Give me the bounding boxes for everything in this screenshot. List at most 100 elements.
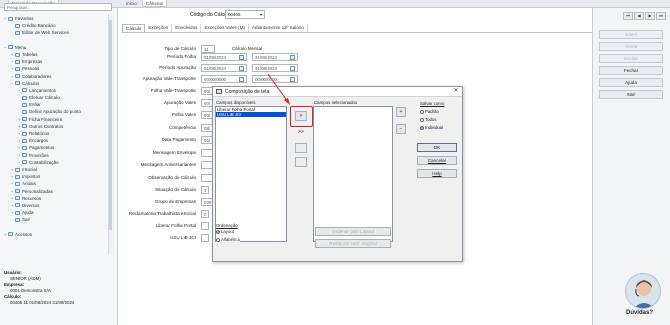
- save-all-radio[interactable]: Todos: [420, 117, 436, 122]
- tree-item[interactable]: − Cálculos: [4, 80, 108, 87]
- help-dialog-button[interactable]: Help: [417, 169, 457, 178]
- edit-button[interactable]: Alterar: [599, 42, 663, 51]
- user-label: Usuário:: [4, 270, 22, 275]
- move-up-button[interactable]: +: [396, 107, 406, 117]
- tree-item[interactable]: + Provisões: [4, 152, 108, 159]
- form-field[interactable]: 3: [201, 186, 209, 194]
- calendar-icon[interactable]: [290, 76, 295, 82]
- tree-item[interactable]: − Menu: [4, 44, 108, 51]
- exit-button[interactable]: Sair: [599, 90, 663, 99]
- calc-label: Cálculo:: [4, 294, 22, 299]
- main-tab[interactable]: Cálculo: [122, 24, 146, 32]
- save-default-radio[interactable]: Padrão: [420, 109, 439, 114]
- tree-item[interactable]: Definir Apuração do ponto: [4, 108, 108, 115]
- tree-item[interactable]: + Relatórios: [4, 130, 108, 137]
- save-individual-radio[interactable]: Individual: [420, 125, 443, 130]
- tree-item[interactable]: + Tabelas: [4, 51, 108, 58]
- tree-item[interactable]: + Ficha Financeira: [4, 116, 108, 123]
- tree-item[interactable]: + Recursos: [4, 195, 108, 202]
- tree-item[interactable]: + Pagamentos: [4, 144, 108, 151]
- calendar-icon[interactable]: [239, 65, 244, 71]
- ok-button[interactable]: OK: [417, 143, 457, 152]
- list-item-selected[interactable]: USU LIB JCI: [216, 112, 286, 117]
- tree-item[interactable]: + eSocial: [4, 166, 108, 173]
- tree-item: [4, 223, 108, 230]
- calendar-icon[interactable]: [239, 54, 244, 60]
- company-label: Empresa:: [4, 282, 25, 287]
- form-field[interactable]: [201, 234, 209, 242]
- folder-icon: [15, 30, 20, 35]
- form-field[interactable]: 0: [201, 210, 209, 218]
- close-button[interactable]: Fechar: [599, 66, 663, 75]
- save-individual-label: Individual: [425, 125, 444, 130]
- tree-item[interactable]: − Favoritos: [4, 15, 108, 22]
- move-all-left-button[interactable]: [295, 157, 307, 167]
- move-left-button[interactable]: [295, 143, 307, 153]
- form-field[interactable]: [201, 222, 209, 230]
- main-tab[interactable]: Adiantamento 13º Salário: [249, 24, 308, 32]
- close-icon[interactable]: ✕: [451, 87, 461, 96]
- cancel-button[interactable]: Cancelar: [417, 156, 457, 165]
- tree-item[interactable]: Enfiar: [4, 101, 108, 108]
- main-tabs: Cálculo Exceções Envolvidos Exceções Vales …: [122, 24, 308, 32]
- tree-item[interactable]: + Contabilização: [4, 159, 108, 166]
- order-by-layout-button[interactable]: Ordenar pelo Layout: [315, 227, 391, 236]
- folder-icon: [22, 102, 27, 107]
- field-label: Liberar Folha Portal: [155, 223, 196, 228]
- form-field[interactable]: 11: [201, 45, 215, 53]
- tree-item[interactable]: + Ajuda: [4, 209, 108, 216]
- tree-item[interactable]: + Colaboradores: [4, 73, 108, 80]
- next-record-icon[interactable]: ▶: [645, 12, 655, 20]
- delete-button[interactable]: Excluir: [599, 54, 663, 63]
- tree-item[interactable]: Editor de Web Services: [4, 29, 108, 36]
- tab-home[interactable]: Início: [124, 0, 139, 7]
- calendar-icon[interactable]: [239, 76, 244, 82]
- help-bubble-text[interactable]: Dúvidas?: [626, 310, 653, 316]
- order-alpha-radio[interactable]: Alfabética: [216, 237, 240, 242]
- tree-item[interactable]: Sair: [4, 216, 108, 223]
- tab-calculations[interactable]: Cálculos: [142, 0, 168, 7]
- folder-icon: [15, 74, 20, 79]
- tree-item[interactable]: + Lançamentos: [4, 87, 108, 94]
- selected-fields-list[interactable]: [313, 106, 393, 242]
- support-avatar[interactable]: [625, 273, 661, 309]
- tree-scrollbar-thumb[interactable]: [109, 20, 112, 230]
- tree-item[interactable]: Efetuar Cálculo: [4, 94, 108, 101]
- tree-item[interactable]: + Acessos: [4, 231, 108, 238]
- previous-record-icon[interactable]: ◀: [634, 12, 644, 20]
- folder-icon: [15, 189, 20, 194]
- calendar-icon[interactable]: [290, 65, 295, 71]
- calc-code-field[interactable]: 00405 ▾: [225, 10, 265, 19]
- tree-item[interactable]: + Outros Contratos: [4, 123, 108, 130]
- help-button[interactable]: Ajuda: [599, 78, 663, 87]
- insert-button[interactable]: Inserir: [599, 30, 663, 39]
- tree-item-label: Menu: [15, 44, 27, 50]
- folder-icon: [15, 81, 20, 86]
- tree-item-label: Pagamentos: [29, 145, 55, 151]
- search-input[interactable]: [4, 3, 112, 11]
- main-tab[interactable]: Exceções Vales (M): [201, 24, 249, 32]
- save-default-label: Padrão: [425, 109, 439, 114]
- calendar-icon[interactable]: [290, 54, 295, 60]
- available-fields-list[interactable]: Liberar Folha Portal USU LIB JCI: [215, 106, 287, 242]
- folder-icon: [15, 217, 20, 222]
- tree-item[interactable]: + Diversos: [4, 202, 108, 209]
- tree-item[interactable]: + Anuais: [4, 180, 108, 187]
- first-record-icon[interactable]: ⏮: [623, 12, 633, 20]
- folder-icon: [8, 45, 13, 50]
- restore-original-button[interactable]: Restaurar conf. original: [315, 239, 391, 248]
- tree-item[interactable]: + Pessoas: [4, 65, 108, 72]
- order-layout-radio[interactable]: Layout: [216, 229, 234, 234]
- field-label: USU LIB JCI: [169, 235, 196, 240]
- move-down-button[interactable]: −: [396, 124, 406, 134]
- tree-item[interactable]: + Empresas: [4, 58, 108, 65]
- tree-item[interactable]: Crédito Bancário: [4, 22, 108, 29]
- tree-item[interactable]: + Encargos: [4, 137, 108, 144]
- main-tab[interactable]: Exceções: [145, 24, 173, 32]
- tree-item[interactable]: + Impostos: [4, 173, 108, 180]
- main-tab[interactable]: Envolvidos: [172, 24, 202, 32]
- move-all-right-button[interactable]: >>: [295, 127, 307, 137]
- last-record-icon[interactable]: ⏭: [656, 12, 666, 20]
- selected-fields-label: Campos selecionados: [314, 100, 358, 105]
- tree-item[interactable]: + Personalizadas: [4, 188, 108, 195]
